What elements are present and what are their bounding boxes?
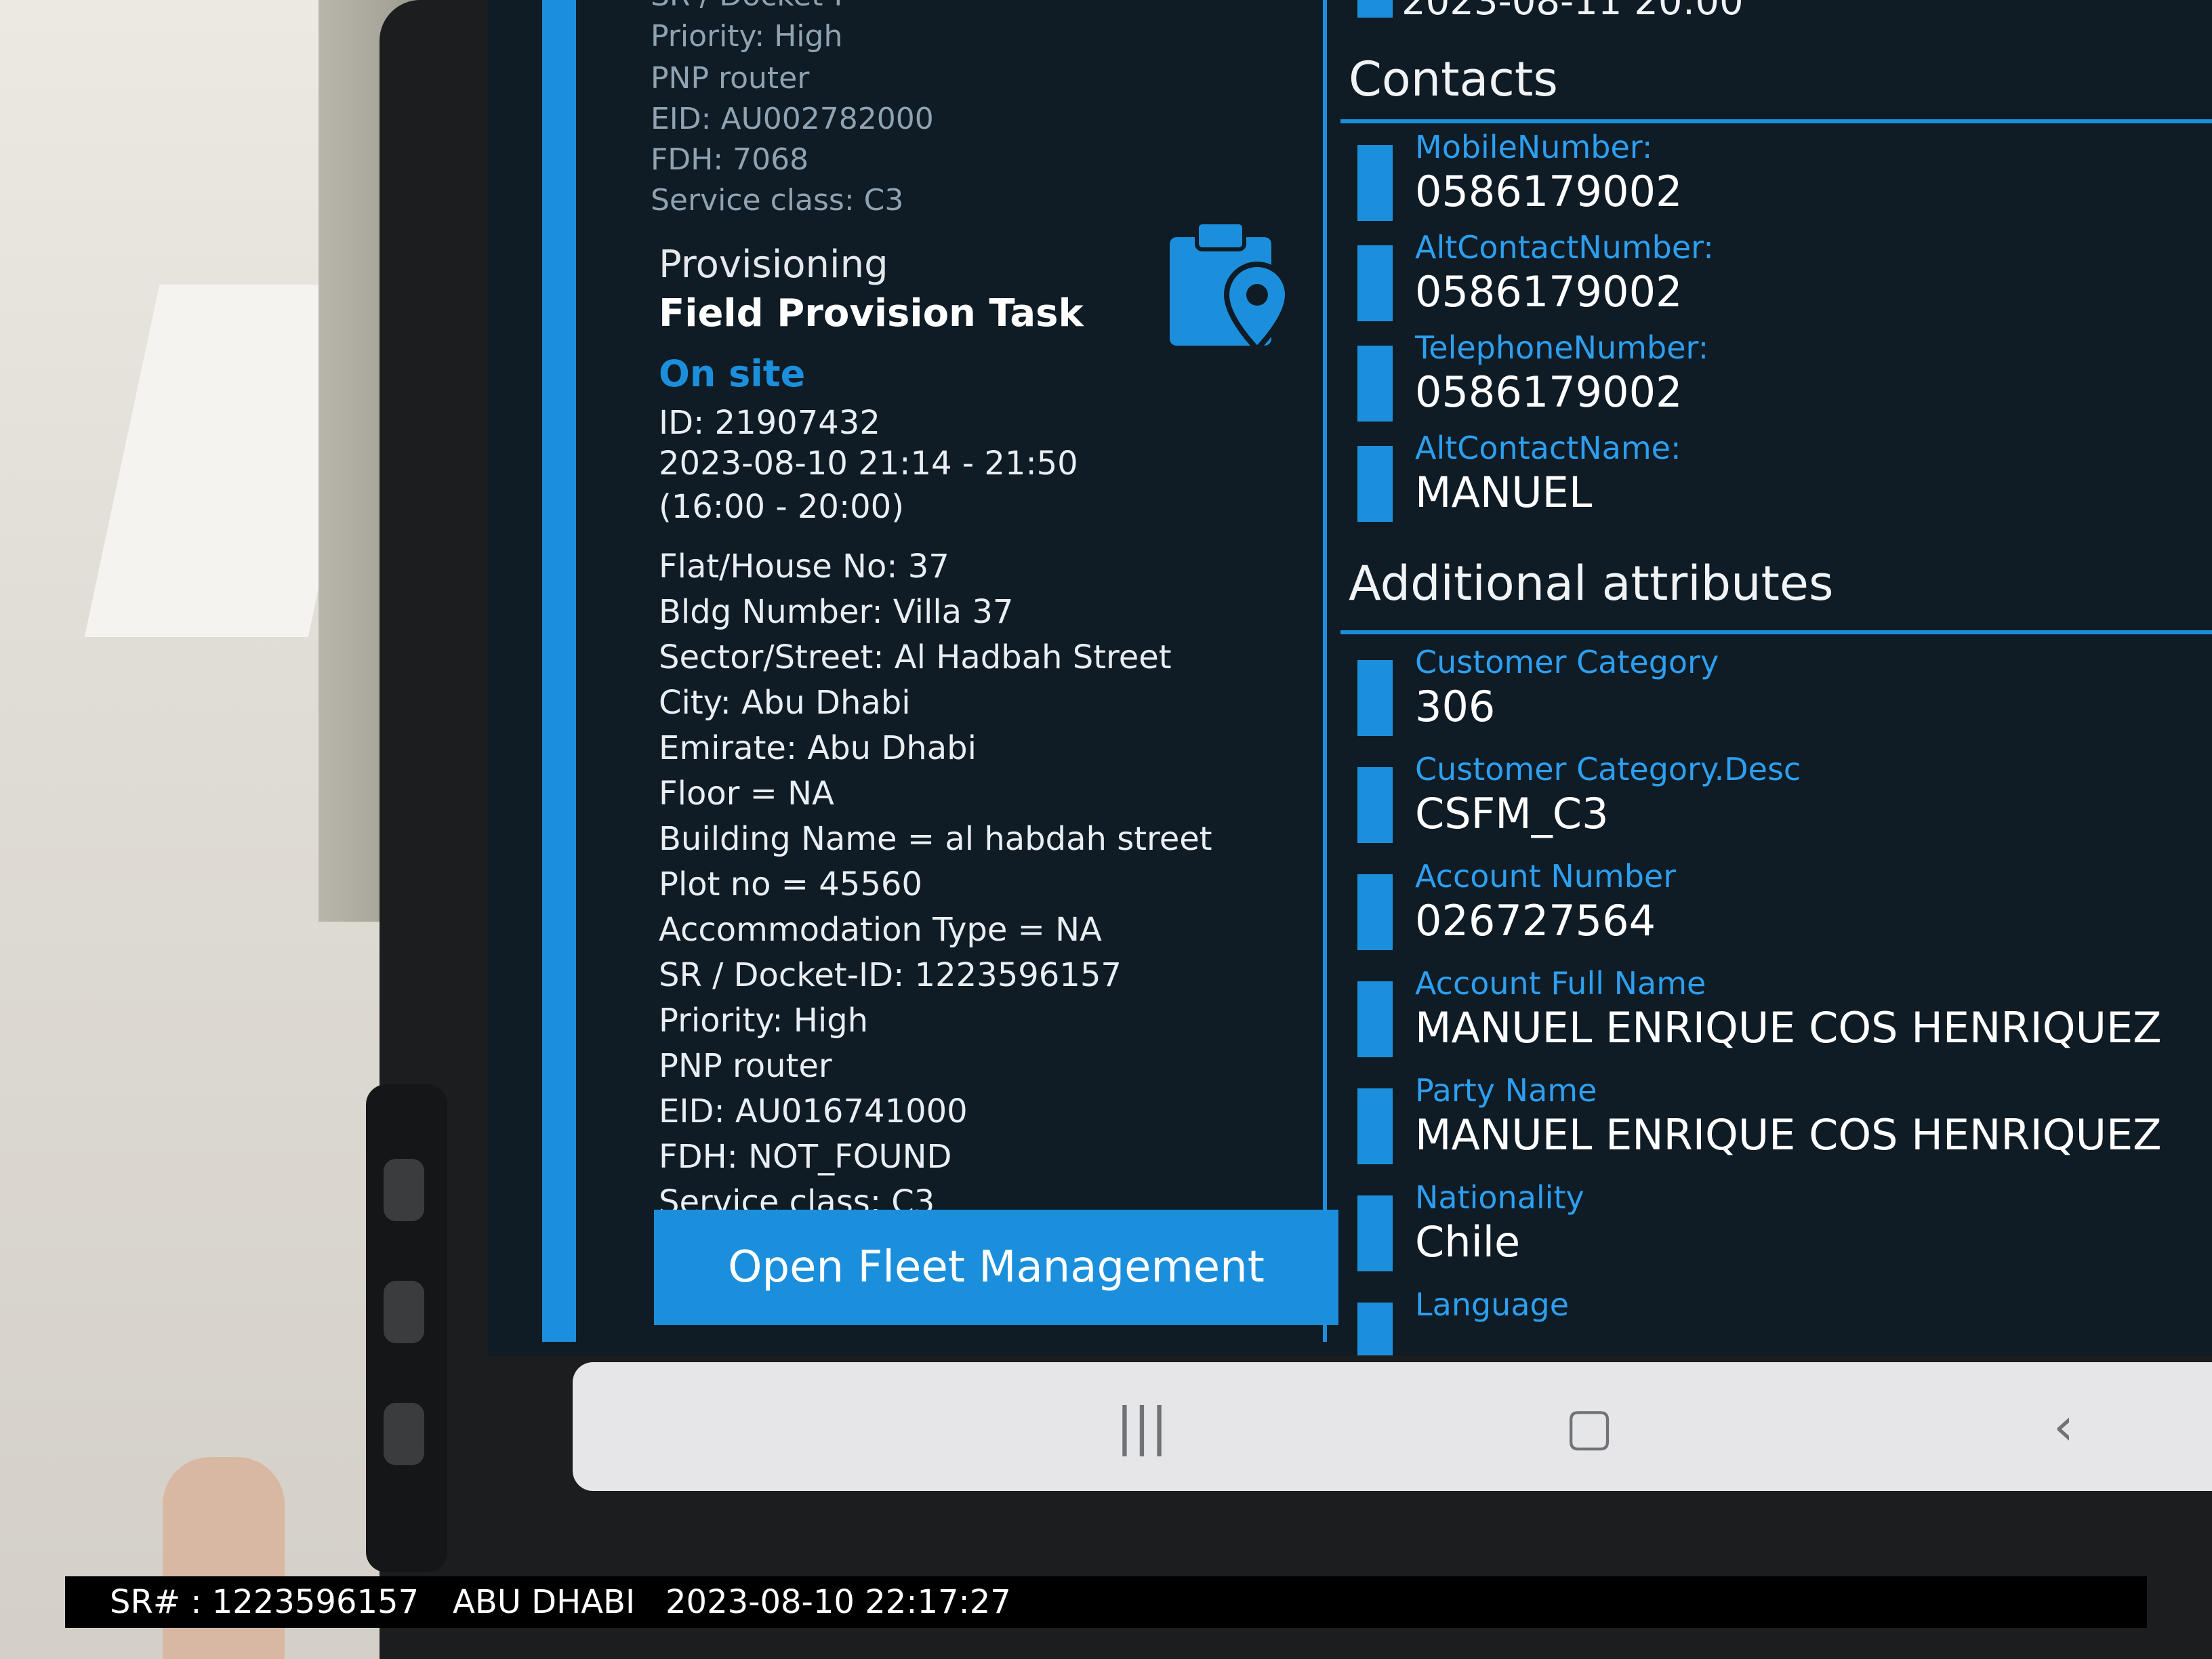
task-detail-line: SR / Docket-ID: 1223596157: [659, 956, 1122, 994]
field-label: Customer Category.Desc: [1415, 751, 1801, 787]
field-value[interactable]: MANUEL ENRIQUE COS HENRIQUEZ: [1415, 1003, 2162, 1052]
contact-field: AltContactName: MANUEL: [1340, 430, 2212, 538]
prev-task-priority: Priority: High: [651, 19, 843, 54]
field-value[interactable]: CSFM_C3: [1415, 789, 1609, 838]
attribute-field: Account Number 026727564: [1340, 858, 2212, 966]
contacts-title: Contacts: [1349, 52, 1558, 107]
additional-attributes-title: Additional attributes: [1349, 556, 1834, 611]
background-leg: [163, 1457, 285, 1659]
task-detail-line: Priority: High: [659, 1002, 869, 1040]
contact-field: MobileNumber: 0586179002: [1340, 129, 2212, 237]
field-label: Account Full Name: [1415, 965, 1706, 1002]
attribute-field: Party Name MANUEL ENRIQUE COS HENRIQUEZ: [1340, 1072, 2212, 1181]
attribute-field: Language: [1340, 1286, 2212, 1355]
task-detail-line: Flat/House No: 37: [659, 548, 949, 586]
field-label: MobileNumber:: [1415, 129, 1653, 165]
field-value[interactable]: MANUEL ENRIQUE COS HENRIQUEZ: [1415, 1110, 2162, 1160]
task-detail-line: Floor = NA: [659, 775, 834, 813]
field-label: AltContactNumber:: [1415, 229, 1714, 266]
task-card[interactable]: SR / Docket-I Priority: High PNP router …: [576, 0, 1212, 1342]
prev-task-sr: SR / Docket-I: [651, 0, 842, 13]
attributes-rule: [1340, 630, 2212, 634]
task-detail-line: FDH: NOT_FOUND: [659, 1138, 952, 1176]
task-time-range: 2023-08-10 21:14 - 21:50: [659, 445, 1078, 483]
field-marker: [1357, 1195, 1393, 1271]
field-value[interactable]: 306: [1415, 682, 1495, 731]
contact-field: TelephoneNumber: 0586179002: [1340, 329, 2212, 438]
task-card-accent-bar: [542, 0, 576, 1342]
stamp-datetime: 2023-08-10 22:17:27: [665, 1583, 1011, 1621]
stamp-city: ABU DHABI: [453, 1583, 636, 1621]
task-detail-line: EID: AU016741000: [659, 1092, 968, 1130]
field-label: Nationality: [1415, 1179, 1584, 1216]
field-value[interactable]: MANUEL: [1415, 468, 1592, 517]
attribute-field: Account Full Name MANUEL ENRIQUE COS HENR…: [1340, 965, 2212, 1073]
contacts-rule: [1340, 119, 2212, 123]
field-label: Customer Category: [1415, 644, 1719, 680]
task-status: On site: [659, 352, 806, 395]
field-marker: [1357, 245, 1393, 321]
field-marker: [1357, 874, 1393, 950]
back-button[interactable]: ‹: [2023, 1389, 2104, 1464]
task-window: (16:00 - 20:00): [659, 488, 904, 526]
prev-task-pnp: PNP router: [651, 61, 810, 96]
tablet-hinge: [366, 1084, 447, 1572]
task-detail-line: Building Name = al habdah street: [659, 820, 1212, 858]
field-marker: [1357, 767, 1393, 843]
previous-time-cut: 2023-08-11 20:00: [1401, 0, 1744, 24]
app-screen: SR / Docket-I Priority: High PNP router …: [488, 0, 2212, 1355]
task-id: ID: 21907432: [659, 404, 880, 442]
field-value[interactable]: 0586179002: [1415, 167, 1682, 216]
photo-timestamp-overlay: SR# : 1223596157 ABU DHABI 2023-08-10 22…: [65, 1576, 2147, 1628]
system-navigation-bar: ||| ▢ ‹: [573, 1362, 2212, 1491]
task-name: Field Provision Task: [659, 291, 1084, 335]
attribute-field: Customer Category.Desc CSFM_C3: [1340, 751, 2212, 859]
field-marker: [1357, 346, 1393, 422]
field-label: Language: [1415, 1286, 1570, 1323]
attribute-field: Customer Category 306: [1340, 644, 2212, 752]
field-label: Party Name: [1415, 1072, 1597, 1109]
attribute-field: Nationality Chile: [1340, 1179, 2212, 1288]
prev-task-service-class: Service class: C3: [651, 183, 904, 218]
field-label: TelephoneNumber:: [1415, 329, 1709, 366]
field-marker: [1357, 660, 1393, 736]
task-detail-line: Plot no = 45560: [659, 865, 922, 903]
field-marker: [1357, 1088, 1393, 1164]
previous-field-marker: [1357, 0, 1393, 18]
task-detail-line: Bldg Number: Villa 37: [659, 593, 1014, 631]
details-panel: 2023-08-11 20:00 Contacts MobileNumber: 0…: [1340, 0, 2212, 1355]
task-detail-line: Emirate: Abu Dhabi: [659, 729, 977, 767]
field-label: Account Number: [1415, 858, 1677, 895]
task-detail-line: Accommodation Type = NA: [659, 911, 1102, 949]
open-fleet-management-button[interactable]: Open Fleet Management: [654, 1210, 1338, 1325]
field-marker: [1357, 1303, 1393, 1355]
clipboard-location-icon: [1166, 217, 1294, 353]
field-value[interactable]: 0586179002: [1415, 367, 1682, 417]
field-marker: [1357, 981, 1393, 1057]
stamp-sr: SR# : 1223596157: [110, 1583, 419, 1621]
prev-task-eid: EID: AU002782000: [651, 102, 934, 136]
field-value[interactable]: Chile: [1415, 1217, 1520, 1267]
recents-button[interactable]: |||: [1101, 1389, 1183, 1464]
column-divider: [1323, 0, 1327, 1342]
task-detail-line: City: Abu Dhabi: [659, 684, 911, 722]
field-value[interactable]: 026727564: [1415, 896, 1656, 945]
task-detail-line: Sector/Street: Al Hadbah Street: [659, 638, 1172, 676]
field-marker: [1357, 446, 1393, 522]
field-value[interactable]: 0586179002: [1415, 267, 1682, 316]
task-category: Provisioning: [659, 243, 888, 287]
contact-field: AltContactNumber: 0586179002: [1340, 229, 2212, 337]
field-marker: [1357, 145, 1393, 221]
task-detail-line: PNP router: [659, 1047, 832, 1085]
home-button[interactable]: ▢: [1549, 1389, 1630, 1464]
field-label: AltContactName:: [1415, 430, 1681, 466]
prev-task-fdh: FDH: 7068: [651, 142, 809, 177]
